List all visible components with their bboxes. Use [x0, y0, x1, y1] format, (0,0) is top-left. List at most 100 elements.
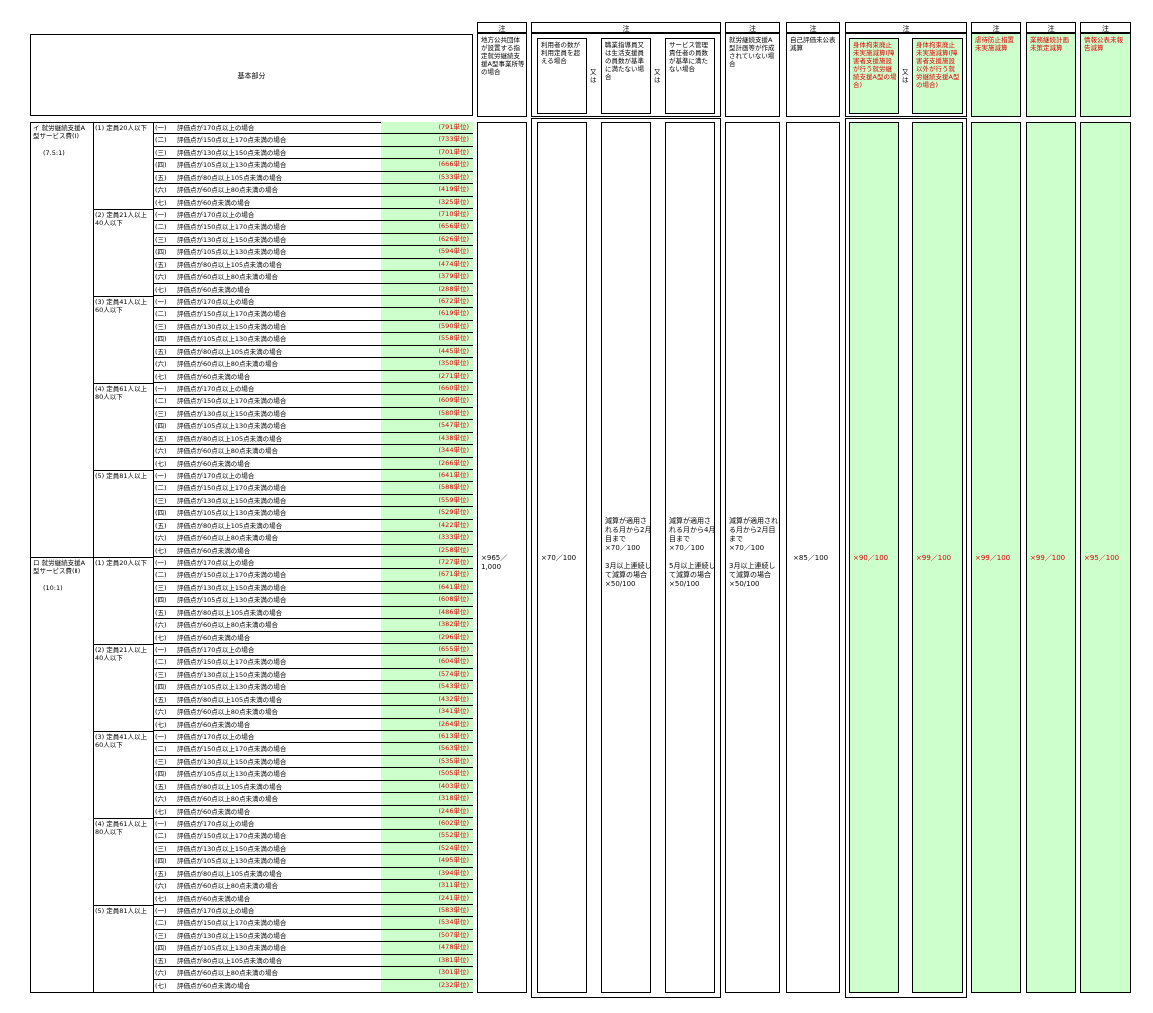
row-index: (六): [155, 969, 167, 978]
row-units: (574単位): [381, 668, 473, 681]
row-index: (四): [155, 161, 167, 170]
row-units: (507単位): [381, 929, 473, 942]
fee-row: (六) 評価点が60点以上80点未満の場合 (318単位): [153, 793, 473, 806]
row-index: (四): [155, 944, 167, 953]
fee-row: (七) 評価点が60点未満の場合 (258単位): [153, 544, 473, 557]
row-index: (一): [155, 211, 167, 219]
fee-row: (三) 評価点が130点以上150点未満の場合 (524単位): [153, 842, 473, 856]
row-condition: 評価点が60点未満の場合: [177, 807, 251, 816]
row-condition: 評価点が130点以上150点未満の場合: [177, 757, 287, 766]
fee-row: (六) 評価点が60点以上80点未満の場合 (301単位): [153, 967, 473, 980]
row-index: (三): [155, 670, 167, 679]
row-units: (588単位): [381, 482, 473, 494]
row-units: (608単位): [381, 594, 473, 606]
row-index: (五): [155, 173, 167, 182]
fee-row: (三) 評価点が130点以上150点未満の場合 (507単位): [153, 929, 473, 943]
note-box-plan: 注: [725, 22, 780, 33]
row-condition: 評価点が150点以上170点未満の場合: [177, 571, 287, 580]
row-condition: 評価点が80点以上105点未満の場合: [177, 347, 283, 356]
fee-row: (六) 評価点が60点以上80点未満の場合 (344単位): [153, 445, 473, 458]
fee-row: (二) 評価点が150点以上170点未満の場合 (609単位): [153, 395, 473, 408]
row-condition: 評価点が130点以上150点未満の場合: [177, 235, 287, 244]
row-condition: 評価点が150点以上170点未満の場合: [177, 397, 287, 406]
row-index: (五): [155, 521, 167, 530]
row-units: (533単位): [381, 171, 473, 184]
row-index: (四): [155, 683, 167, 692]
fee-row: (六) 評価点が60点以上80点未満の場合 (311単位): [153, 880, 473, 893]
fee-row: (四) 評価点が105点以上130点未満の場合 (594単位): [153, 246, 473, 259]
row-index: (一): [155, 385, 167, 393]
row-units: (791単位): [381, 122, 473, 134]
body-manager: 減算が適用される月から4月目まで ×70／100 5月以上連続して減算の場合 ×…: [665, 122, 715, 993]
row-units: (296単位): [381, 631, 473, 643]
row-condition: 評価点が60点未満の場合: [177, 981, 251, 990]
row-units: (590単位): [381, 320, 473, 333]
row-units: (727単位): [381, 557, 473, 569]
fee-row: (一) 評価点が170点以上の場合 (727単位): [153, 557, 473, 570]
fee-row: (一) 評価点が170点以上の場合 (641単位): [153, 470, 473, 483]
fee-row: (一) 評価点が170点以上の場合 (583単位): [153, 905, 473, 918]
base-header: 基本部分: [30, 34, 473, 116]
row-condition: 評価点が60点以上80点未満の場合: [177, 360, 279, 369]
row-units: (701単位): [381, 146, 473, 159]
row-units: (609単位): [381, 395, 473, 407]
row-units: (710単位): [381, 209, 473, 221]
row-units: (547単位): [381, 420, 473, 432]
row-index: (一): [155, 733, 167, 741]
group-divider: [93, 209, 153, 210]
note-box-abuse: 注: [971, 22, 1021, 33]
row-condition: 評価点が170点以上の場合: [177, 298, 255, 306]
fee-row: (五) 評価点が80点以上105点未満の場合 (438単位): [153, 432, 473, 446]
row-units: (333単位): [381, 532, 473, 544]
row-index: (四): [155, 509, 167, 518]
row-units: (232単位): [381, 979, 473, 992]
fee-row: (三) 評価点が130点以上150点未満の場合 (701単位): [153, 146, 473, 160]
fee-row: (五) 評価点が80点以上105点未満の場合 (474単位): [153, 258, 473, 272]
row-units: (613単位): [381, 731, 473, 743]
fee-row: (七) 評価点が60点未満の場合 (264単位): [153, 718, 473, 731]
group-divider: [93, 731, 153, 732]
header-selfeval: 自己評価未公表減算: [786, 33, 840, 117]
row-units: (602単位): [381, 818, 473, 830]
row-condition: 評価点が105点以上130点未満の場合: [177, 161, 287, 170]
fee-row: (五) 評価点が80点以上105点未満の場合 (381単位): [153, 954, 473, 968]
row-condition: 評価点が80点以上105点未満の場合: [177, 521, 283, 530]
fee-row: (六) 評価点が60点以上80点未満の場合 (379単位): [153, 271, 473, 284]
fee-row: (四) 評価点が105点以上130点未満の場合 (543単位): [153, 681, 473, 694]
row-condition: 評価点が60点未満の場合: [177, 894, 251, 903]
row-units: (422単位): [381, 519, 473, 532]
row-condition: 評価点が60点以上80点未満の場合: [177, 534, 279, 543]
row-index: (七): [155, 459, 167, 468]
row-index: (三): [155, 322, 167, 331]
row-condition: 評価点が130点以上150点未満の場合: [177, 931, 287, 940]
row-condition: 評価点が130点以上150点未満の場合: [177, 670, 287, 679]
header-restraint1: 身体拘束廃止未実施減算(障害者支援施設が行う就労継続支援A型の場合): [849, 38, 899, 114]
fee-row: (四) 評価点が105点以上130点未満の場合 (608単位): [153, 594, 473, 607]
row-condition: 評価点が60点未満の場合: [177, 633, 251, 642]
row-condition: 評価点が60点未満の場合: [177, 546, 251, 555]
row-units: (660単位): [381, 383, 473, 395]
body-public: ×965／1,000: [477, 122, 527, 993]
row-units: (288単位): [381, 283, 473, 295]
row-units: (656単位): [381, 221, 473, 233]
row-condition: 評価点が130点以上150点未満の場合: [177, 322, 287, 331]
fee-row: (七) 評価点が60点未満の場合 (241単位): [153, 892, 473, 905]
row-condition: 評価点が170点以上の場合: [177, 820, 255, 828]
row-index: (七): [155, 720, 167, 729]
row-condition: 評価点が80点以上105点未満の場合: [177, 608, 283, 617]
row-units: (266単位): [381, 457, 473, 469]
row-condition: 評価点が105点以上130点未満の場合: [177, 248, 287, 257]
fee-row: (三) 評価点が130点以上150点未満の場合 (580単位): [153, 407, 473, 421]
fee-row: (七) 評価点が60点未満の場合 (271単位): [153, 370, 473, 383]
row-units: (505単位): [381, 768, 473, 780]
fee-row: (二) 評価点が150点以上170点未満の場合 (563単位): [153, 743, 473, 756]
row-units: (583単位): [381, 905, 473, 917]
note-box-restraint: 注: [845, 22, 967, 33]
group-label: (1) 定員20人以下: [95, 124, 148, 132]
fee-row: (七) 評価点が60点未満の場合 (325単位): [153, 196, 473, 209]
fee-row: (三) 評価点が130点以上150点未満の場合 (590単位): [153, 320, 473, 334]
fee-row: (四) 評価点が105点以上130点未満の場合 (495単位): [153, 855, 473, 868]
row-units: (619単位): [381, 308, 473, 320]
group-label: (5) 定員81人以上: [95, 907, 148, 915]
row-condition: 評価点が170点以上の場合: [177, 907, 255, 915]
